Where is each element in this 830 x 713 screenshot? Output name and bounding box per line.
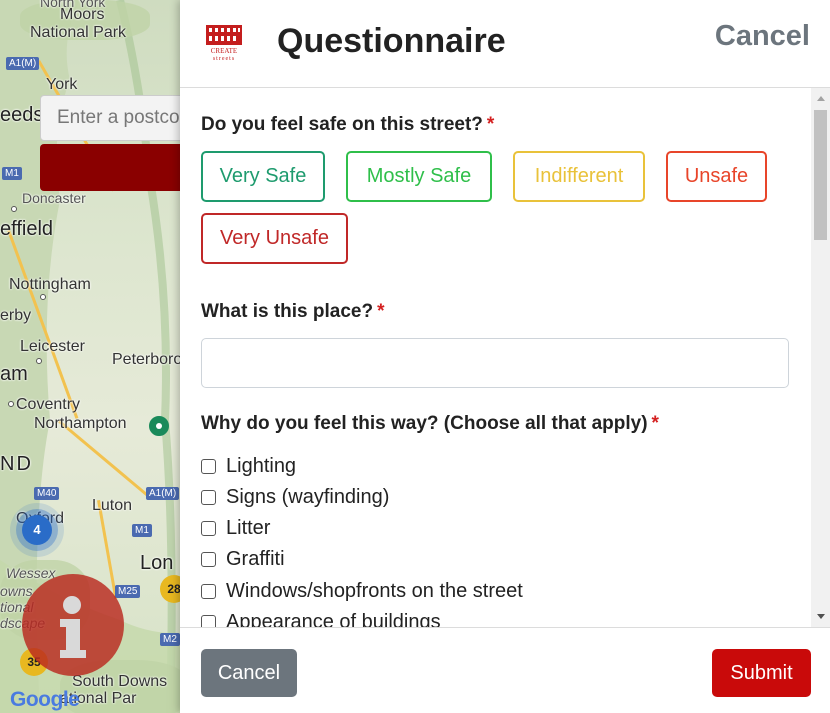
logo-text: streets bbox=[213, 56, 235, 62]
map-label: National Park bbox=[30, 24, 127, 41]
google-logo: Google bbox=[10, 688, 80, 711]
checkbox[interactable] bbox=[201, 489, 216, 505]
town-dot bbox=[40, 294, 46, 300]
map-label: eeds bbox=[0, 104, 44, 126]
road-shield: M1 bbox=[2, 167, 22, 180]
checkbox-graffiti[interactable]: Graffiti bbox=[201, 546, 285, 572]
option-unsafe[interactable]: Unsafe bbox=[666, 151, 767, 202]
option-mostly-safe[interactable]: Mostly Safe bbox=[346, 151, 492, 202]
map-label: Luton bbox=[92, 497, 133, 514]
town-dot bbox=[36, 358, 42, 364]
map-label: Coventry bbox=[16, 396, 81, 413]
questionnaire-modal: CREATE streets Questionnaire Cancel Do y… bbox=[180, 0, 830, 713]
place-input[interactable] bbox=[201, 338, 789, 388]
checkbox[interactable] bbox=[201, 614, 216, 627]
create-streets-logo: CREATE streets bbox=[206, 25, 242, 62]
q2-label: What is this place? * bbox=[201, 301, 385, 322]
scrollbar[interactable] bbox=[811, 88, 830, 627]
checkbox-label: Litter bbox=[226, 516, 271, 539]
cancel-button[interactable]: Cancel bbox=[201, 649, 297, 697]
map-label: Leicester bbox=[20, 338, 85, 355]
modal-body[interactable]: Do you feel safe on this street? * Very S… bbox=[180, 88, 830, 627]
map-label: ND bbox=[0, 453, 33, 475]
q3-label: Why do you feel this way? (Choose all th… bbox=[201, 413, 659, 434]
checkbox-signs[interactable]: Signs (wayfinding) bbox=[201, 484, 389, 510]
scroll-up-arrow-icon[interactable] bbox=[817, 96, 825, 101]
checkbox-label: Lighting bbox=[226, 454, 297, 477]
checkbox-appearance[interactable]: Appearance of buildings bbox=[201, 609, 441, 627]
search-button[interactable] bbox=[40, 144, 200, 191]
checkbox[interactable] bbox=[201, 583, 216, 599]
town-dot bbox=[8, 401, 14, 407]
map-label: am bbox=[0, 363, 28, 385]
q1-label: Do you feel safe on this street? * bbox=[201, 114, 495, 135]
checkbox-label: Graffiti bbox=[226, 547, 285, 570]
road-shield: M40 bbox=[34, 487, 60, 500]
location-pin[interactable] bbox=[149, 416, 169, 436]
map-label: effield bbox=[0, 218, 54, 240]
submit-button[interactable]: Submit bbox=[712, 649, 811, 697]
header-cancel-button[interactable]: Cancel bbox=[715, 20, 810, 53]
road-shield: A1(M) bbox=[146, 487, 180, 500]
checkbox-label: Windows/shopfronts on the street bbox=[226, 579, 523, 602]
option-very-unsafe[interactable]: Very Unsafe bbox=[201, 213, 348, 264]
option-very-safe[interactable]: Very Safe bbox=[201, 151, 325, 202]
town-dot bbox=[11, 206, 17, 212]
info-button[interactable] bbox=[22, 574, 124, 676]
checkbox-lighting[interactable]: Lighting bbox=[201, 453, 296, 479]
modal-footer: Cancel Submit bbox=[180, 627, 830, 713]
road-shield: A1(M) bbox=[6, 57, 40, 70]
modal-title: Questionnaire bbox=[277, 22, 506, 60]
map-label: erby bbox=[0, 307, 32, 324]
postcode-input[interactable]: Enter a postcode bbox=[40, 95, 200, 141]
road-shield: M1 bbox=[132, 524, 152, 537]
road-shield: M2 bbox=[160, 633, 180, 646]
option-indifferent[interactable]: Indifferent bbox=[513, 151, 645, 202]
info-icon bbox=[60, 596, 86, 658]
checkbox-label: Appearance of buildings bbox=[226, 610, 441, 628]
checkbox-label: Signs (wayfinding) bbox=[226, 485, 390, 508]
scroll-thumb[interactable] bbox=[814, 110, 827, 240]
checkbox-windows[interactable]: Windows/shopfronts on the street bbox=[201, 578, 523, 604]
checkbox[interactable] bbox=[201, 520, 216, 536]
map-label: Northampton bbox=[34, 415, 127, 432]
map-label: Peterboro bbox=[112, 351, 183, 368]
checkbox[interactable] bbox=[201, 458, 216, 474]
marker-cluster[interactable]: 4 bbox=[22, 515, 52, 545]
modal-header: CREATE streets Questionnaire Cancel bbox=[180, 0, 830, 88]
logo-text: CREATE bbox=[211, 47, 237, 55]
scroll-down-arrow-icon[interactable] bbox=[817, 614, 825, 619]
map-label: York bbox=[46, 76, 78, 93]
map-label: Lon bbox=[140, 552, 174, 574]
map-label: Moors bbox=[60, 6, 105, 23]
checkbox-litter[interactable]: Litter bbox=[201, 515, 270, 541]
map-label: Nottingham bbox=[9, 276, 91, 293]
checkbox[interactable] bbox=[201, 551, 216, 567]
map-label: Doncaster bbox=[22, 190, 86, 206]
